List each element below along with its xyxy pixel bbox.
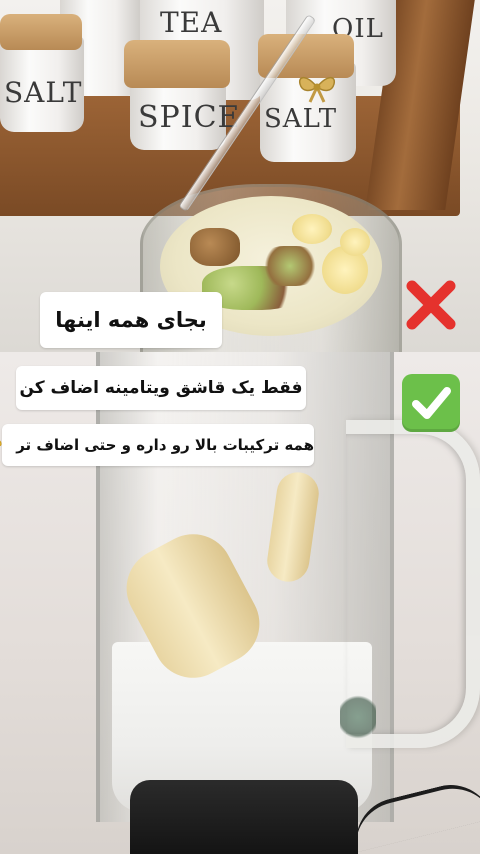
pistachio-crumb [260,246,320,286]
pinching-hand-icon [0,440,2,446]
jar-salt-left-lid [0,14,82,50]
walnut [190,228,240,266]
caption-add-one-spoon: فقط یک قاشق ویتامینه اضاف کن [16,366,306,410]
banana-slice [340,228,370,256]
story-frame: TEA OIL SALT SPICE SALT بجای همه اینها ف… [0,0,480,854]
jar-label-spice: SPICE [138,100,241,135]
blender-base [130,780,358,854]
green-check-icon [402,374,460,432]
jar-label-salt-right: SALT [264,104,338,134]
smoothie-photo: TEA OIL SALT SPICE SALT بجای همه اینها [0,0,480,352]
caption-has-all-ingredients: همه ترکیبات بالا رو داره و حتی اضاف تر [0,424,314,466]
gold-bow-icon [298,76,336,103]
red-cross-icon [406,280,456,330]
jar-label-salt-left: SALT [4,76,83,109]
jar-spice-lid [124,40,230,88]
blender-handle-grip [340,692,376,742]
caption-instead-of-all-these: بجای همه اینها [40,292,222,348]
jar-label-tea: TEA [160,6,223,39]
caption-sub-text: همه ترکیبات بالا رو داره و حتی اضاف تر [16,436,314,454]
